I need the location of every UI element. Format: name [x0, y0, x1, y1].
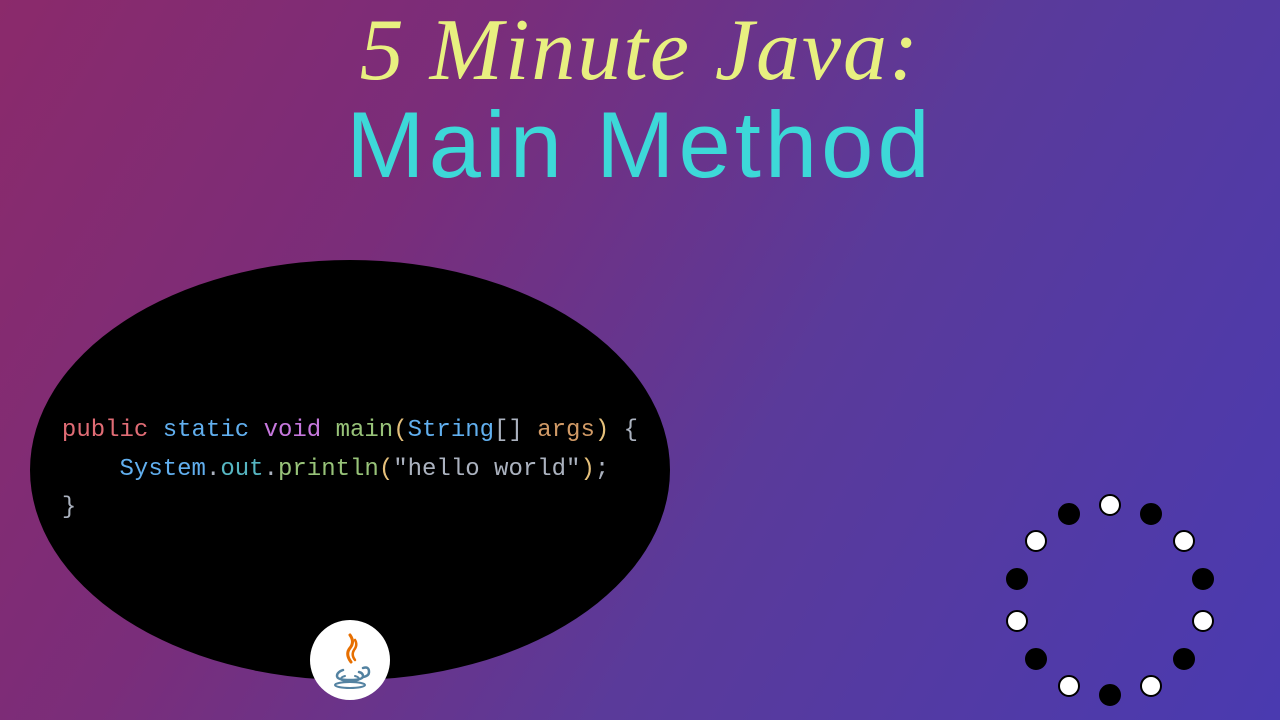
- decoration-dot: [1058, 503, 1080, 525]
- title-block: 5 Minute Java: Main Method: [0, 0, 1280, 199]
- title-line2: Main Method: [0, 91, 1280, 199]
- java-logo-icon: [310, 620, 390, 700]
- code-text: public static void main(String[] args) {…: [62, 412, 638, 527]
- decoration-dot: [1192, 610, 1214, 632]
- dotted-circle-decoration: [1000, 490, 1220, 710]
- code-snippet-panel: public static void main(String[] args) {…: [30, 260, 670, 680]
- decoration-dot: [1006, 610, 1028, 632]
- decoration-dot: [1173, 530, 1195, 552]
- decoration-dot: [1140, 675, 1162, 697]
- decoration-dot: [1058, 675, 1080, 697]
- decoration-dot: [1025, 530, 1047, 552]
- decoration-dot: [1006, 568, 1028, 590]
- decoration-dot: [1099, 684, 1121, 706]
- decoration-dot: [1192, 568, 1214, 590]
- decoration-dot: [1099, 494, 1121, 516]
- title-line1: 5 Minute Java:: [0, 0, 1280, 101]
- decoration-dot: [1025, 648, 1047, 670]
- decoration-dot: [1173, 648, 1195, 670]
- decoration-dot: [1140, 503, 1162, 525]
